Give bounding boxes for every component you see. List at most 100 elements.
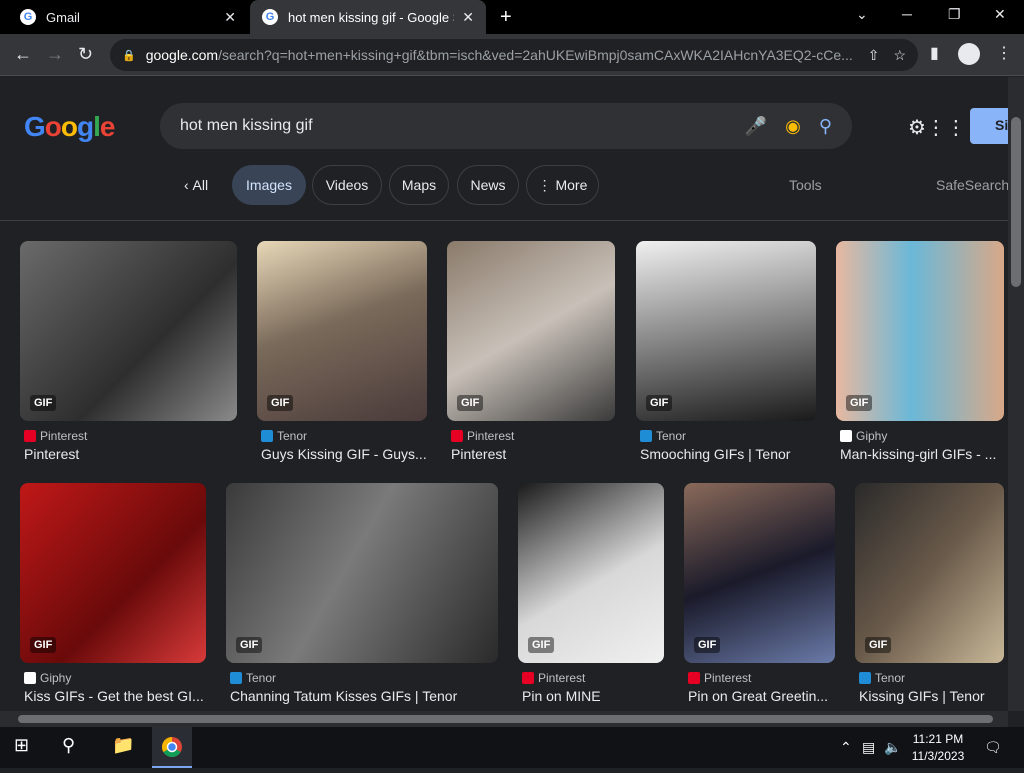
chevron-up-icon[interactable]: ⌃ (840, 739, 852, 756)
result-thumbnail[interactable]: GIF (855, 483, 1004, 663)
gif-badge: GIF (528, 637, 555, 653)
image-result[interactable]: GIF Tenor Guys Kissing GIF - Guys... (257, 241, 427, 462)
source-name: Pinterest (40, 429, 88, 443)
chip-news[interactable]: News (457, 165, 519, 205)
tab-title: hot men kissing gif - Google Search (288, 9, 454, 25)
search-icon[interactable]: ⚲ (62, 735, 75, 756)
sign-in-button[interactable]: Si (970, 108, 1008, 144)
chrome-taskbar-icon[interactable] (152, 727, 192, 768)
result-source[interactable]: Tenor (636, 429, 816, 443)
result-title[interactable]: Pinterest (20, 446, 237, 462)
new-tab-button[interactable]: + (500, 6, 512, 29)
close-tab-icon[interactable]: ✕ (462, 9, 474, 26)
clock-date: 11/3/2023 (911, 749, 965, 763)
scrollbar-thumb[interactable] (1011, 117, 1021, 287)
image-result[interactable]: GIF Tenor Channing Tatum Kisses GIFs | T… (226, 483, 498, 704)
result-thumbnail[interactable]: GIF (836, 241, 1004, 421)
result-title[interactable]: Kiss GIFs - Get the best GI... (20, 688, 206, 704)
result-source[interactable]: Tenor (226, 671, 498, 685)
image-result[interactable]: GIF Pinterest Pin on Great Greetin... (684, 483, 835, 704)
safesearch-button[interactable]: SafeSearch (936, 177, 1008, 193)
url-host: google.com (145, 47, 219, 63)
settings-gear-icon[interactable]: ⚙⋮⋮ (908, 115, 966, 140)
search-box[interactable]: hot men kissing gif 🎤 ◉ ⚲ (160, 103, 852, 149)
gif-badge: GIF (646, 395, 673, 411)
source-name: Tenor (656, 429, 687, 443)
reload-button[interactable]: ↻ (78, 44, 93, 65)
result-source[interactable]: Tenor (855, 671, 1004, 685)
gif-badge: GIF (846, 395, 873, 411)
image-result[interactable]: GIF Pinterest Pinterest (447, 241, 615, 462)
side-panel-icon[interactable]: ▮ (930, 43, 939, 63)
result-source[interactable]: Pinterest (20, 429, 237, 443)
address-bar[interactable]: 🔒 google.com/search?q=hot+men+kissing+gi… (110, 39, 918, 71)
result-thumbnail[interactable]: GIF (636, 241, 816, 421)
result-title[interactable]: Man-kissing-girl GIFs - ... (836, 446, 1004, 462)
image-result[interactable]: GIF Pinterest Pin on MINE (518, 483, 664, 704)
close-tab-icon[interactable]: ✕ (224, 9, 236, 26)
image-result[interactable]: GIF Tenor Smooching GIFs | Tenor (636, 241, 816, 462)
result-title[interactable]: Smooching GIFs | Tenor (636, 446, 816, 462)
tab-gmail[interactable]: G Gmail ✕ (8, 0, 248, 34)
chip-all[interactable]: ‹ All (170, 165, 222, 205)
result-title[interactable]: Guys Kissing GIF - Guys... (257, 446, 427, 462)
scrollbar-thumb[interactable] (18, 715, 993, 723)
pinterest-icon (522, 672, 534, 684)
result-title[interactable]: Pin on Great Greetin... (684, 688, 835, 704)
search-icon[interactable]: ⚲ (819, 116, 832, 137)
horizontal-scrollbar[interactable] (0, 711, 1008, 727)
result-source[interactable]: Pinterest (447, 429, 615, 443)
volume-muted-icon[interactable]: 🔈 (884, 739, 901, 756)
share-icon[interactable]: ⇧ (868, 47, 880, 64)
forward-button[interactable]: → (46, 44, 64, 65)
chip-videos[interactable]: Videos (312, 165, 382, 205)
restore-button[interactable]: ❐ (948, 6, 961, 23)
chip-images[interactable]: Images (232, 165, 306, 205)
result-thumbnail[interactable]: GIF (20, 241, 237, 421)
result-source[interactable]: Tenor (257, 429, 427, 443)
tab-search-chevron-icon[interactable]: ⌄ (856, 6, 868, 23)
close-window-button[interactable]: ✕ (994, 6, 1006, 23)
result-source[interactable]: Giphy (20, 671, 206, 685)
menu-kebab-icon[interactable]: ⋮ (996, 43, 1012, 63)
notifications-icon[interactable]: 🗨 (984, 739, 1002, 756)
minimize-button[interactable]: ─ (902, 6, 912, 22)
result-title[interactable]: Channing Tatum Kisses GIFs | Tenor (226, 688, 498, 704)
result-source[interactable]: Pinterest (518, 671, 664, 685)
microphone-icon[interactable]: 🎤 (745, 116, 767, 137)
image-result[interactable]: GIF Tenor Kissing GIFs | Tenor (855, 483, 1004, 704)
profile-avatar[interactable] (958, 43, 980, 65)
result-title[interactable]: Pin on MINE (518, 688, 664, 704)
result-thumbnail[interactable]: GIF (447, 241, 615, 421)
bookmark-star-icon[interactable]: ☆ (893, 47, 906, 64)
back-button[interactable]: ← (14, 44, 32, 65)
result-source[interactable]: Giphy (836, 429, 1004, 443)
result-thumbnail[interactable]: GIF (226, 483, 498, 663)
result-thumbnail[interactable]: GIF (518, 483, 664, 663)
more-dots-icon: ⋮ (537, 176, 556, 193)
chip-more[interactable]: ⋮ More (526, 165, 599, 205)
lock-icon[interactable]: 🔒 (122, 49, 136, 62)
tab-google-search[interactable]: G hot men kissing gif - Google Search ✕ (250, 0, 486, 34)
vertical-scrollbar[interactable] (1008, 77, 1024, 711)
result-thumbnail[interactable]: GIF (684, 483, 835, 663)
network-icon[interactable]: ▤ (862, 739, 875, 756)
google-favicon-icon: G (20, 9, 36, 25)
result-thumbnail[interactable]: GIF (257, 241, 427, 421)
chip-maps[interactable]: Maps (389, 165, 449, 205)
file-explorer-icon[interactable]: 📁 (112, 735, 134, 756)
result-title[interactable]: Kissing GIFs | Tenor (855, 688, 1004, 704)
lens-camera-icon[interactable]: ◉ (785, 116, 801, 137)
google-logo[interactable]: Google (24, 111, 115, 143)
taskbar-clock[interactable]: 11:21 PM 11/3/2023 (906, 731, 970, 765)
tab-strip: G Gmail ✕ G hot men kissing gif - Google… (0, 0, 1024, 34)
image-result[interactable]: GIF Giphy Man-kissing-girl GIFs - ... (836, 241, 1004, 462)
result-thumbnail[interactable]: GIF (20, 483, 206, 663)
tools-button[interactable]: Tools (789, 177, 822, 193)
image-result[interactable]: GIF Pinterest Pinterest (20, 241, 237, 462)
windows-start-icon[interactable]: ⊞ (14, 735, 29, 756)
result-title[interactable]: Pinterest (447, 446, 615, 462)
result-source[interactable]: Pinterest (684, 671, 835, 685)
search-input[interactable]: hot men kissing gif (180, 117, 727, 135)
image-result[interactable]: GIF Giphy Kiss GIFs - Get the best GI... (20, 483, 206, 704)
